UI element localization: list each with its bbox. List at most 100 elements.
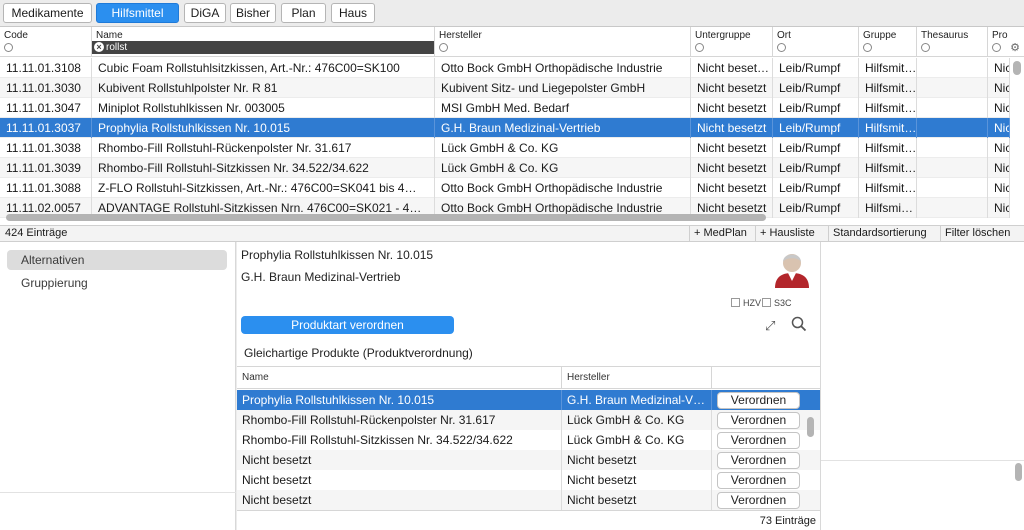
column-label: Thesaurus: [921, 30, 969, 41]
column-header-ort[interactable]: Ort: [773, 27, 859, 57]
clear-filter-button[interactable]: Filter löschen: [940, 226, 1015, 241]
settings-gear-icon[interactable]: ⚙: [1010, 41, 1020, 54]
table-cell: Nic: [988, 158, 1010, 178]
filter-radio-icon[interactable]: [921, 43, 930, 52]
table-cell: Nic: [988, 78, 1010, 98]
table-cell: [917, 138, 988, 158]
filter-radio-icon[interactable]: [777, 43, 786, 52]
table-cell: 11.11.01.3037: [0, 118, 92, 138]
column-header-hersteller[interactable]: Hersteller: [562, 367, 712, 389]
prescribe-button[interactable]: Verordnen: [717, 472, 800, 489]
table-cell: 11.11.01.3108: [0, 58, 92, 78]
hilfsmittel-table: Code Name Hersteller Untergruppe Ort Gru…: [0, 27, 1024, 225]
table-cell: Nic: [988, 138, 1010, 158]
table-row[interactable]: 11.11.01.3108 Cubic Foam Rollstuhlsitzkis…: [0, 58, 1010, 78]
column-header-hersteller[interactable]: Hersteller: [435, 27, 691, 57]
table-row[interactable]: Nicht besetzt Nicht besetzt Verordnen: [237, 450, 820, 470]
table-cell: Leib/Rumpf: [773, 58, 859, 78]
manufacturer-cell: Lück GmbH & Co. KG: [562, 430, 712, 450]
table-cell: Hilfsmit…: [859, 138, 917, 158]
table-row[interactable]: 11.11.01.3038 Rhombo-Fill Rollstuhl-Rücke…: [0, 138, 1010, 158]
prescribe-button[interactable]: Verordnen: [717, 412, 800, 429]
table-row[interactable]: 11.11.01.3039 Rhombo-Fill Rollstuhl-Sitzk…: [0, 158, 1010, 178]
filter-radio-icon[interactable]: [863, 43, 872, 52]
column-header-code[interactable]: Code: [0, 27, 92, 57]
table-row[interactable]: 11.11.01.3088 Z-FLO Rollstuhl-Sitzkissen,…: [0, 178, 1010, 198]
table-cell: Hilfsmit…: [859, 118, 917, 138]
table-row[interactable]: Prophylia Rollstuhlkissen Nr. 10.015 G.H.…: [237, 390, 820, 410]
column-header-name[interactable]: Name: [237, 367, 562, 389]
clear-filter-icon[interactable]: ×: [94, 42, 104, 52]
nav-item-gruppierung[interactable]: Gruppierung: [7, 273, 227, 293]
order-product-type-button[interactable]: Produktart verordnen: [241, 316, 454, 334]
table-cell: Prophylia Rollstuhlkissen Nr. 10.015: [92, 118, 435, 138]
tab-diga[interactable]: DiGA: [184, 3, 226, 23]
table-row[interactable]: 11.11.01.3047 Miniplot Rollstuhlkissen Nr…: [0, 98, 1010, 118]
prescribe-button[interactable]: Verordnen: [717, 452, 800, 469]
table-cell: Leib/Rumpf: [773, 118, 859, 138]
product-title: Prophylia Rollstuhlkissen Nr. 10.015: [241, 248, 434, 262]
s3c-checkbox[interactable]: [762, 298, 771, 307]
scroll-thumb[interactable]: [1013, 61, 1021, 75]
tab-haus[interactable]: Haus: [331, 3, 375, 23]
add-medplan-button[interactable]: + MedPlan: [689, 226, 751, 241]
filter-radio-icon[interactable]: [439, 43, 448, 52]
column-header-pro[interactable]: Pro ⚙: [988, 27, 1024, 57]
column-header-thesaurus[interactable]: Thesaurus: [917, 27, 988, 57]
standard-sort-button[interactable]: Standardsortierung: [828, 226, 931, 241]
table-cell: Hilfsmit…: [859, 158, 917, 178]
filter-value: rollst: [106, 42, 128, 53]
table-cell: Hilfsmit…: [859, 58, 917, 78]
tab-medikamente[interactable]: Medikamente: [3, 3, 92, 23]
table-cell: Leib/Rumpf: [773, 158, 859, 178]
table-cell: [917, 78, 988, 98]
scroll-thumb[interactable]: [807, 417, 814, 437]
prescribe-button[interactable]: Verordnen: [717, 492, 800, 509]
column-label: Ort: [777, 30, 791, 41]
filter-radio-icon[interactable]: [4, 43, 13, 52]
column-header-untergruppe[interactable]: Untergruppe: [691, 27, 773, 57]
prescribe-button[interactable]: Verordnen: [717, 392, 800, 409]
table-row[interactable]: Rhombo-Fill Rollstuhl-Rückenpolster Nr. …: [237, 410, 820, 430]
table-cell: MSI GmbH Med. Bedarf: [435, 98, 691, 118]
status-bar: 424 Einträge + MedPlan + Hausliste Stand…: [0, 225, 1024, 242]
doctor-avatar-icon: [775, 254, 809, 288]
table-row[interactable]: 11.11.01.3030 Kubivent Rollstuhlpolster N…: [0, 78, 1010, 98]
table-cell: [917, 98, 988, 118]
product-name-cell: Rhombo-Fill Rollstuhl-Sitzkissen Nr. 34.…: [237, 430, 562, 450]
table-cell: Lück GmbH & Co. KG: [435, 138, 691, 158]
column-header-gruppe[interactable]: Gruppe: [859, 27, 917, 57]
divider: [821, 460, 1024, 461]
search-icon[interactable]: [791, 316, 807, 332]
divider: [0, 492, 236, 493]
table-row[interactable]: Rhombo-Fill Rollstuhl-Sitzkissen Nr. 34.…: [237, 430, 820, 450]
table-cell: Miniplot Rollstuhlkissen Nr. 003005: [92, 98, 435, 118]
expand-icon[interactable]: ⤢: [765, 318, 775, 334]
table-cell: 11.11.01.3039: [0, 158, 92, 178]
table-row[interactable]: 11.11.01.3037 Prophylia Rollstuhlkissen N…: [0, 118, 1010, 138]
table-cell: Nicht besetzt: [691, 178, 773, 198]
horizontal-scrollbar[interactable]: [6, 213, 1006, 222]
left-navigation: Alternativen Gruppierung: [0, 242, 236, 530]
tab-hilfsmittel[interactable]: Hilfsmittel: [96, 3, 179, 23]
prescribe-button[interactable]: Verordnen: [717, 432, 800, 449]
tab-bar: Medikamente Hilfsmittel DiGA Bisher Plan…: [0, 0, 1024, 27]
table-row[interactable]: Nicht besetzt Nicht besetzt Verordnen: [237, 470, 820, 490]
hzv-checkbox[interactable]: [731, 298, 740, 307]
vertical-scrollbar[interactable]: [1013, 59, 1021, 225]
table-cell: 11.11.01.3030: [0, 78, 92, 98]
nav-item-alternativen[interactable]: Alternativen: [7, 250, 227, 270]
table-row[interactable]: Nicht besetzt Nicht besetzt Verordnen: [237, 490, 820, 510]
scroll-thumb[interactable]: [6, 214, 766, 221]
add-hausliste-button[interactable]: + Hausliste: [755, 226, 819, 241]
name-filter-input[interactable]: × rollst: [92, 41, 434, 54]
scroll-thumb[interactable]: [1015, 463, 1022, 481]
table-cell: Leib/Rumpf: [773, 138, 859, 158]
filter-radio-icon[interactable]: [695, 43, 704, 52]
s3c-label: S3C: [774, 298, 792, 308]
table-cell: Nicht besetzt: [691, 118, 773, 138]
filter-radio-icon[interactable]: [992, 43, 1001, 52]
tab-bisher[interactable]: Bisher: [230, 3, 276, 23]
table-cell: Hilfsmit…: [859, 98, 917, 118]
tab-plan[interactable]: Plan: [281, 3, 326, 23]
